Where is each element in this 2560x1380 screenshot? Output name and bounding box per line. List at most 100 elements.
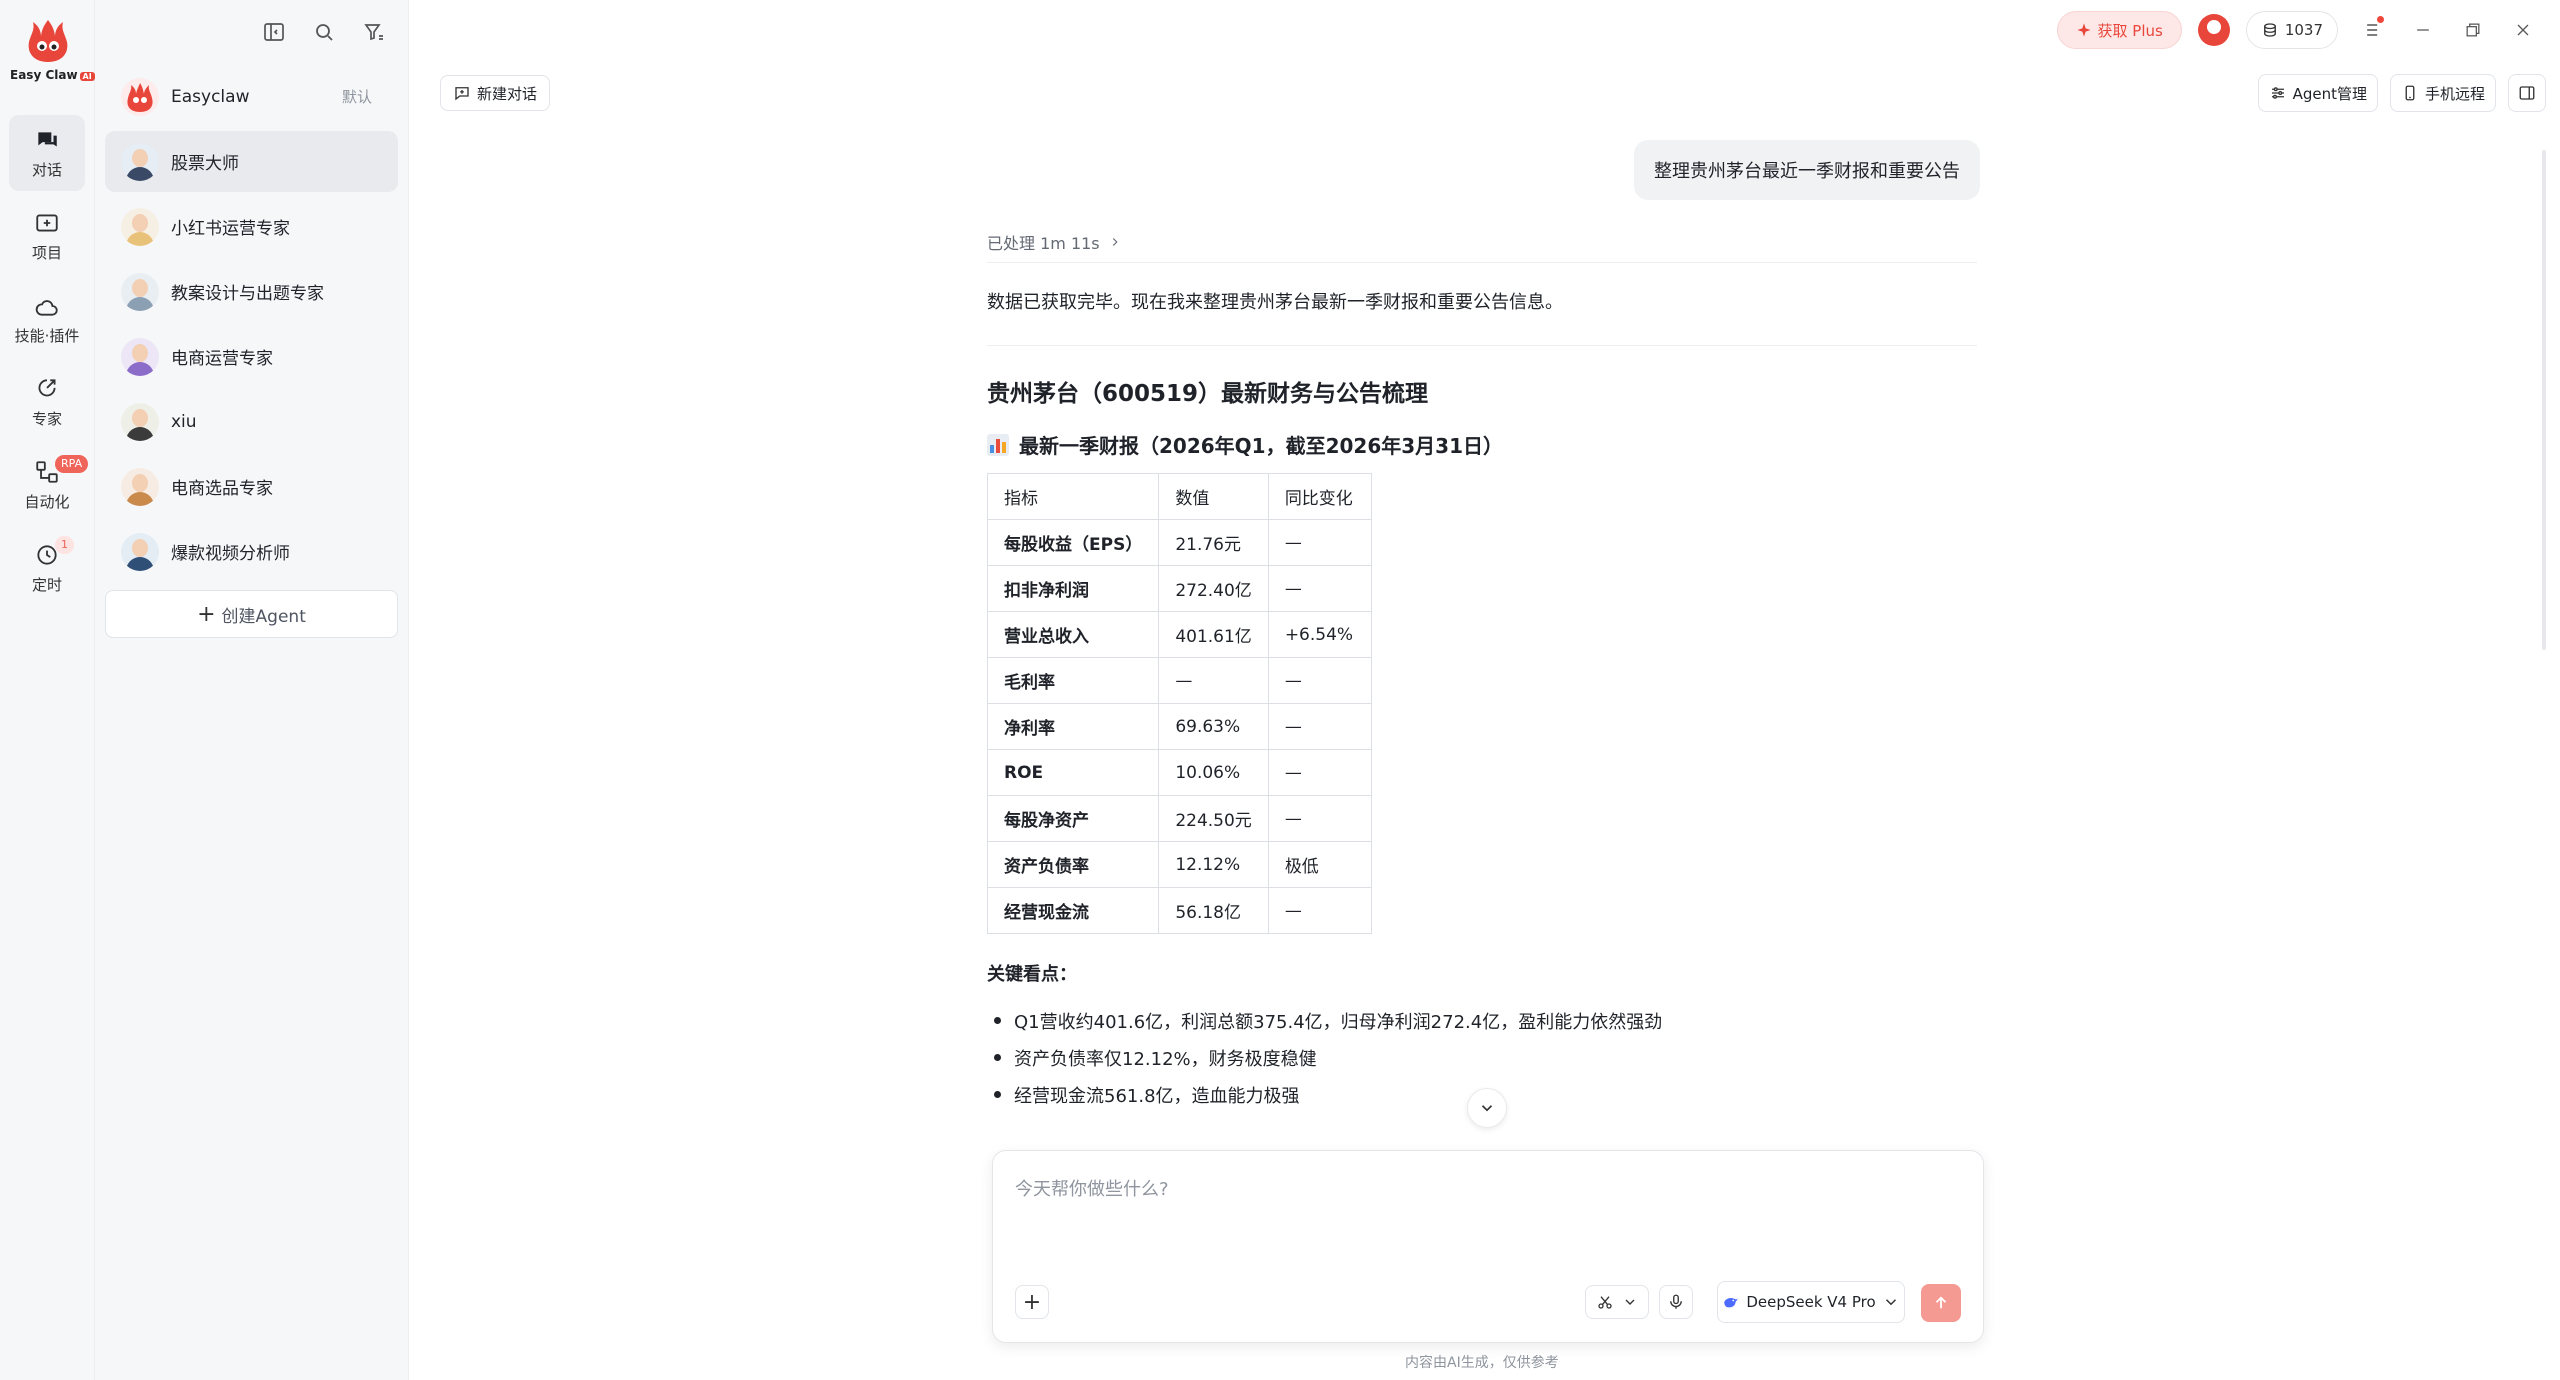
minimize-icon bbox=[2417, 29, 2429, 31]
agent-item-easyclaw[interactable]: Easyclaw 默认 bbox=[105, 66, 398, 127]
metric-cell: 净利率 bbox=[986, 703, 1160, 750]
report-subheading: 最新一季财报（2026年Q1，截至2026年3月31日） bbox=[987, 430, 1503, 459]
agent-manage-button[interactable]: Agent管理 bbox=[2257, 74, 2378, 112]
table-row: 经营现金流 56.18亿 — bbox=[986, 887, 1372, 934]
agent-name: xiu bbox=[171, 411, 197, 432]
minimize-button[interactable] bbox=[2398, 10, 2448, 50]
send-button[interactable] bbox=[1921, 1284, 1961, 1322]
agent-name: 教案设计与出题专家 bbox=[171, 284, 324, 304]
rail-label: 自动化 bbox=[24, 492, 70, 511]
close-button[interactable] bbox=[2498, 10, 2548, 50]
rail-item-automation[interactable]: 自动化 RPA bbox=[9, 447, 89, 523]
rail-item-skills[interactable]: 技能·插件 bbox=[9, 281, 85, 357]
table-row: 扣非净利润 272.40亿 — bbox=[986, 565, 1372, 612]
list-item: 经营现金流561.8亿，造血能力极强 bbox=[987, 1076, 1662, 1113]
table-row: 每股收益（EPS） 21.76元 — bbox=[986, 519, 1372, 566]
chat-icon bbox=[37, 131, 57, 146]
value-cell: 21.76元 bbox=[1158, 519, 1269, 566]
agent-item-stock-master[interactable]: 股票大师 bbox=[105, 131, 398, 192]
table-row: 营业总收入 401.61亿 +6.54% bbox=[986, 611, 1372, 658]
folder-plus-icon bbox=[36, 213, 58, 232]
toggle-panel-button[interactable] bbox=[2508, 74, 2546, 112]
sparkle-icon bbox=[2076, 23, 2091, 37]
search-icon[interactable] bbox=[312, 20, 336, 44]
attach-button[interactable]: + bbox=[1015, 1285, 1049, 1319]
scroll-to-bottom-button[interactable] bbox=[1467, 1088, 1507, 1128]
model-name: DeepSeek V4 Pro bbox=[1746, 1293, 1876, 1311]
metric-cell: 每股净资产 bbox=[986, 795, 1160, 842]
agent-name: 股票大师 bbox=[171, 154, 239, 174]
column-header: 数值 bbox=[1158, 473, 1269, 520]
agent-name: Easyclaw bbox=[171, 86, 250, 107]
user-avatar[interactable] bbox=[2197, 14, 2230, 46]
agent-item-product-selection[interactable]: 电商选品专家 bbox=[105, 456, 398, 517]
agent-name: 爆款视频分析师 bbox=[171, 544, 290, 564]
create-agent-button[interactable]: + 创建Agent bbox=[105, 590, 398, 638]
deepseek-whale-icon bbox=[1724, 1297, 1739, 1308]
app-logo[interactable]: Easy Claw AI bbox=[10, 18, 95, 82]
phone-remote-button[interactable]: 手机远程 bbox=[2389, 74, 2496, 112]
processed-label: 已处理 1m 11s bbox=[987, 234, 1100, 253]
restore-button[interactable] bbox=[2448, 10, 2498, 50]
agent-name: 小红书运营专家 bbox=[171, 219, 290, 239]
avatar bbox=[121, 402, 159, 441]
tasks-button[interactable] bbox=[2348, 10, 2398, 50]
rail-item-chat[interactable]: 对话 bbox=[9, 115, 85, 191]
message-composer[interactable]: 今天帮你做些什么? + DeepSeek V4 Pro bbox=[992, 1150, 1984, 1343]
filter-icon[interactable] bbox=[362, 20, 386, 44]
agent-name: 电商选品专家 bbox=[171, 479, 273, 499]
top-actions: Agent管理 手机远程 bbox=[2257, 74, 2546, 112]
puzzle-icon bbox=[35, 299, 58, 316]
credits-button[interactable]: 1037 bbox=[2245, 11, 2338, 49]
agent-item-xhs-expert[interactable]: 小红书运营专家 bbox=[105, 196, 398, 257]
processed-status[interactable]: 已处理 1m 11s bbox=[987, 230, 1122, 254]
tools-dropdown[interactable] bbox=[1585, 1285, 1649, 1319]
agent-item-ecommerce-ops[interactable]: 电商运营专家 bbox=[105, 326, 398, 387]
value-cell: — bbox=[1158, 657, 1269, 704]
value-cell: 56.18亿 bbox=[1158, 887, 1269, 934]
coin-stack-icon bbox=[2263, 23, 2276, 37]
model-selector[interactable]: DeepSeek V4 Pro bbox=[1717, 1281, 1905, 1323]
get-plus-label: 获取 Plus bbox=[2097, 21, 2163, 40]
metric-cell: 营业总收入 bbox=[986, 611, 1160, 658]
list-icon bbox=[2367, 24, 2378, 36]
metric-cell: 经营现金流 bbox=[986, 887, 1160, 934]
agent-sidebar: Easyclaw 默认 股票大师 小红书运营专家 教案设计与出题专家 电商运营专… bbox=[95, 0, 409, 1380]
value-cell: 224.50元 bbox=[1158, 795, 1269, 842]
metric-cell: 每股收益（EPS） bbox=[986, 519, 1160, 566]
credits-value: 1037 bbox=[2284, 21, 2323, 39]
agent-item-xiu[interactable]: xiu bbox=[105, 391, 398, 452]
plus-icon: + bbox=[197, 601, 216, 627]
metric-cell: 资产负债率 bbox=[986, 841, 1160, 888]
get-plus-button[interactable]: 获取 Plus bbox=[2056, 11, 2182, 49]
subheading-text: 最新一季财报（2026年Q1，截至2026年3月31日） bbox=[1019, 434, 1503, 458]
agent-item-lesson-expert[interactable]: 教案设计与出题专家 bbox=[105, 261, 398, 322]
new-chat-button[interactable]: 新建对话 bbox=[440, 75, 551, 111]
close-icon bbox=[2517, 24, 2529, 36]
composer-input[interactable]: 今天帮你做些什么? bbox=[1015, 1175, 1169, 1201]
key-points-title: 关键看点： bbox=[987, 964, 1077, 985]
chat-scrollbar[interactable] bbox=[2542, 150, 2546, 650]
rail-item-schedule[interactable]: 定时 1 bbox=[9, 530, 85, 606]
rail-item-expert[interactable]: 专家 bbox=[9, 364, 85, 440]
divider bbox=[987, 345, 1977, 346]
user-message-bubble: 整理贵州茅台最近一季财报和重要公告 bbox=[1634, 140, 1980, 200]
sliders-icon bbox=[2271, 87, 2284, 99]
avatar bbox=[121, 142, 159, 181]
column-header: 指标 bbox=[986, 473, 1160, 520]
avatar bbox=[121, 532, 159, 571]
avatar bbox=[121, 337, 159, 376]
agent-item-video-analyst[interactable]: 爆款视频分析师 bbox=[105, 521, 398, 582]
collapse-sidebar-icon[interactable] bbox=[262, 20, 286, 44]
claw-logo-icon bbox=[23, 18, 73, 64]
agent-name: 电商运营专家 bbox=[171, 349, 273, 369]
rail-item-project[interactable]: 项目 bbox=[9, 198, 85, 274]
panel-icon bbox=[2519, 86, 2535, 100]
change-cell: — bbox=[1267, 657, 1372, 704]
new-chat-icon bbox=[455, 87, 469, 101]
voice-input-button[interactable] bbox=[1659, 1285, 1693, 1319]
value-cell: 272.40亿 bbox=[1158, 565, 1269, 612]
notification-dot bbox=[2377, 16, 2384, 23]
chevron-down-icon bbox=[1885, 1299, 1896, 1306]
avatar bbox=[121, 467, 159, 506]
